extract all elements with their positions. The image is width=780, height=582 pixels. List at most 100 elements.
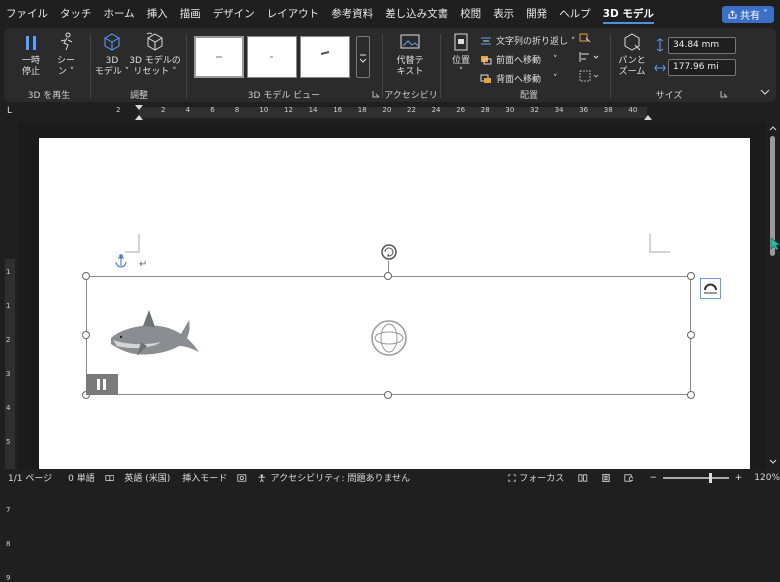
status-language[interactable]: 英語 (米国) [124,471,170,484]
status-page[interactable]: 1/1 ページ [8,471,52,484]
status-zoom[interactable]: 120% [754,473,780,483]
macro-icon[interactable] [237,473,247,483]
ruler-label: 38 [603,106,613,114]
menu-tab[interactable]: レイアウト [267,0,320,28]
vruler-label: 5 [6,438,11,446]
wrap-text-button[interactable]: 文字列の折り返し ˅ [480,34,575,47]
animation-pause-badge[interactable] [86,374,118,395]
menu-tab[interactable]: 校閲 [460,0,481,28]
resize-handle-top[interactable] [384,272,392,280]
view-gallery-item[interactable] [247,36,297,78]
ruler-label: 28 [480,106,490,114]
pause-icon [26,36,36,50]
3d-model-button[interactable]: 3D モデル ˅ [94,32,130,78]
pause-label-1: 一時 [21,56,40,66]
group-arrange-label: 配置 [519,91,538,101]
menu-tab[interactable]: 差し込み文書 [385,0,448,28]
zoom-out-button[interactable]: − [649,473,657,483]
scene-button[interactable]: シー ン ˅ [50,32,82,78]
horizontal-ruler[interactable]: 2 2 4 6 8 10 12 14 16 18 20 22 24 26 28 30 32 34 36 38 40 L [0,104,780,121]
menu-tab[interactable]: タッチ [60,0,92,28]
view-gallery-item[interactable] [300,36,350,78]
selection-pane-icon[interactable] [578,32,592,44]
bring-forward-label: 前面へ移動 [496,56,542,66]
wrap-text-label: 文字列の折り返し ˅ [496,37,576,47]
group-adjust-label: 調整 [129,91,148,101]
anchor-icon[interactable] [115,254,127,268]
bring-forward-icon [481,55,492,64]
zoom-slider-thumb[interactable] [709,472,713,483]
separator [610,34,611,98]
pause-button[interactable]: 一時 停止 [16,34,46,78]
bring-forward-button[interactable]: 前面へ移動 ˅ [480,53,558,66]
width-field[interactable]: 177.96 mi [668,59,736,76]
rotate-handle-icon[interactable] [379,242,399,262]
menu-tab[interactable]: デザイン [213,0,255,28]
menu-tab[interactable]: ホーム [104,0,135,28]
menu-tab[interactable]: 挿入 [147,0,168,28]
pan-zoom-button[interactable]: パンと ズーム [614,32,650,78]
resize-handle-top-left[interactable] [82,272,90,280]
vruler-label: 9 [6,574,11,582]
zoom-slider[interactable] [663,472,729,483]
status-accessibility[interactable]: アクセシビリティ: 問題ありません [271,471,411,484]
menu-tab[interactable]: 参考資料 [331,0,373,28]
dialog-launcher-icon[interactable] [372,90,380,98]
gallery-more-button[interactable] [356,36,370,78]
gallery-more-icon [359,54,367,63]
alt-text-button[interactable]: 代替テ キスト [390,32,430,78]
status-words[interactable]: 0 単語 [68,471,95,484]
menu-tab[interactable]: 3D モデル [602,0,655,28]
ruler-label: 26 [456,106,466,114]
position-button[interactable]: 位置 ˅ [444,32,478,78]
shark-3d-model[interactable] [107,308,203,364]
menu-tab[interactable]: ファイル [6,0,48,28]
mouse-cursor-icon [770,237,780,251]
vertical-ruler[interactable]: 1123456789 [0,124,18,582]
resize-handle-right[interactable] [687,331,695,339]
read-mode-icon[interactable] [578,473,588,483]
vruler-label: 1 [6,302,11,310]
align-icon[interactable] [578,51,600,63]
status-mode[interactable]: 挿入モード [182,471,227,484]
3d-model-label-2: モデル ˅ [94,67,130,77]
view-gallery-item[interactable] [194,36,244,78]
resize-handle-bottom[interactable] [384,391,392,399]
right-indent-marker-icon[interactable] [643,112,653,121]
3d-rotate-control-icon[interactable] [370,319,408,357]
resize-handle-left[interactable] [82,331,90,339]
document-page[interactable]: ↵ [39,138,750,469]
web-layout-icon[interactable] [624,473,634,483]
menu-tab[interactable]: 描画 [180,0,201,28]
reset-3d-model-button[interactable]: 3D モデルの リセット ˅ [128,32,182,78]
separator [90,34,91,98]
zoom-in-button[interactable]: + [735,473,743,483]
group-objects-icon[interactable] [578,70,600,82]
menu-tab[interactable]: ヘルプ [559,0,591,28]
menu-tab[interactable]: 表示 [493,0,514,28]
collapse-ribbon-icon[interactable] [760,88,770,96]
indent-marker-icon[interactable] [134,104,144,121]
share-button[interactable]: 共有 ˅ [722,6,774,23]
3d-model-label-1: 3D [105,56,119,66]
vruler-label: 8 [6,540,11,548]
vertical-scrollbar[interactable] [766,122,780,469]
focus-icon[interactable] [508,473,516,483]
tab-selector-icon[interactable]: L [7,106,12,116]
status-focus[interactable]: フォーカス [519,471,564,484]
layout-options-button[interactable] [700,278,721,299]
height-field[interactable]: 34.84 mm [668,37,736,54]
send-backward-button[interactable]: 背面へ移動 ˅ [480,72,558,85]
margin-mark-right [649,234,670,253]
position-icon [454,33,468,51]
reset-label-2: リセット ˅ [133,67,177,77]
scroll-down-icon[interactable] [769,459,777,465]
resize-handle-top-right[interactable] [687,272,695,280]
size-dialog-launcher-icon[interactable] [720,90,728,98]
accessibility-icon[interactable] [257,473,267,483]
menu-tab[interactable]: 開発 [526,0,547,28]
proofing-book-icon[interactable] [105,473,115,483]
scroll-up-icon[interactable] [769,125,777,131]
print-layout-icon[interactable] [602,473,610,483]
resize-handle-bottom-right[interactable] [687,391,695,399]
